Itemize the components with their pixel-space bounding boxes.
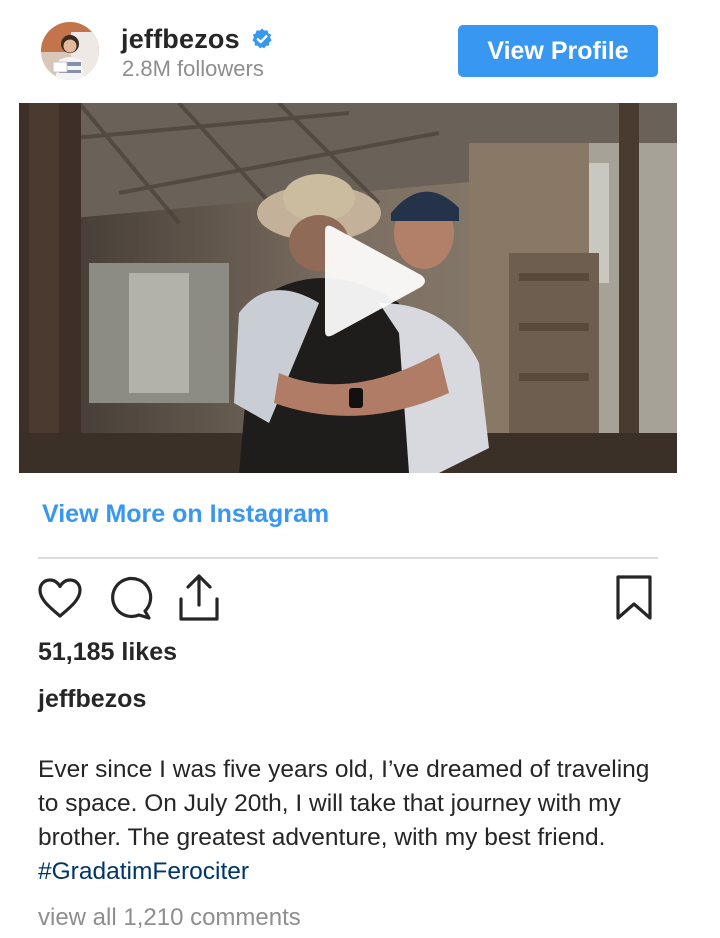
view-more-link[interactable]: View More on Instagram (42, 500, 329, 529)
view-profile-button[interactable]: View Profile (458, 25, 658, 77)
like-count[interactable]: 51,185 likes (38, 638, 177, 667)
video-player[interactable] (19, 103, 677, 473)
post-caption: Ever since I was five years old, I’ve dr… (38, 753, 668, 889)
bookmark-icon[interactable] (614, 574, 654, 622)
view-all-comments-link[interactable]: view all 1,210 comments (38, 904, 301, 932)
heart-icon[interactable] (37, 577, 83, 619)
caption-username[interactable]: jeffbezos (38, 685, 146, 714)
avatar-image (41, 22, 99, 80)
divider (38, 557, 658, 559)
share-icon[interactable] (175, 573, 223, 623)
embed-header: jeffbezos 2.8M followers View Profile (0, 0, 720, 100)
profile-username[interactable]: jeffbezos (121, 24, 240, 55)
play-icon[interactable] (313, 221, 433, 341)
verified-badge-icon (252, 28, 272, 49)
caption-text: Ever since I was five years old, I’ve dr… (38, 756, 650, 851)
profile-name-row: jeffbezos (121, 22, 274, 56)
hashtag-link[interactable]: #GradatimFerociter (38, 858, 249, 885)
comment-bubble-icon[interactable] (106, 575, 154, 623)
avatar[interactable] (41, 22, 99, 80)
follower-count: 2.8M followers (122, 56, 264, 81)
